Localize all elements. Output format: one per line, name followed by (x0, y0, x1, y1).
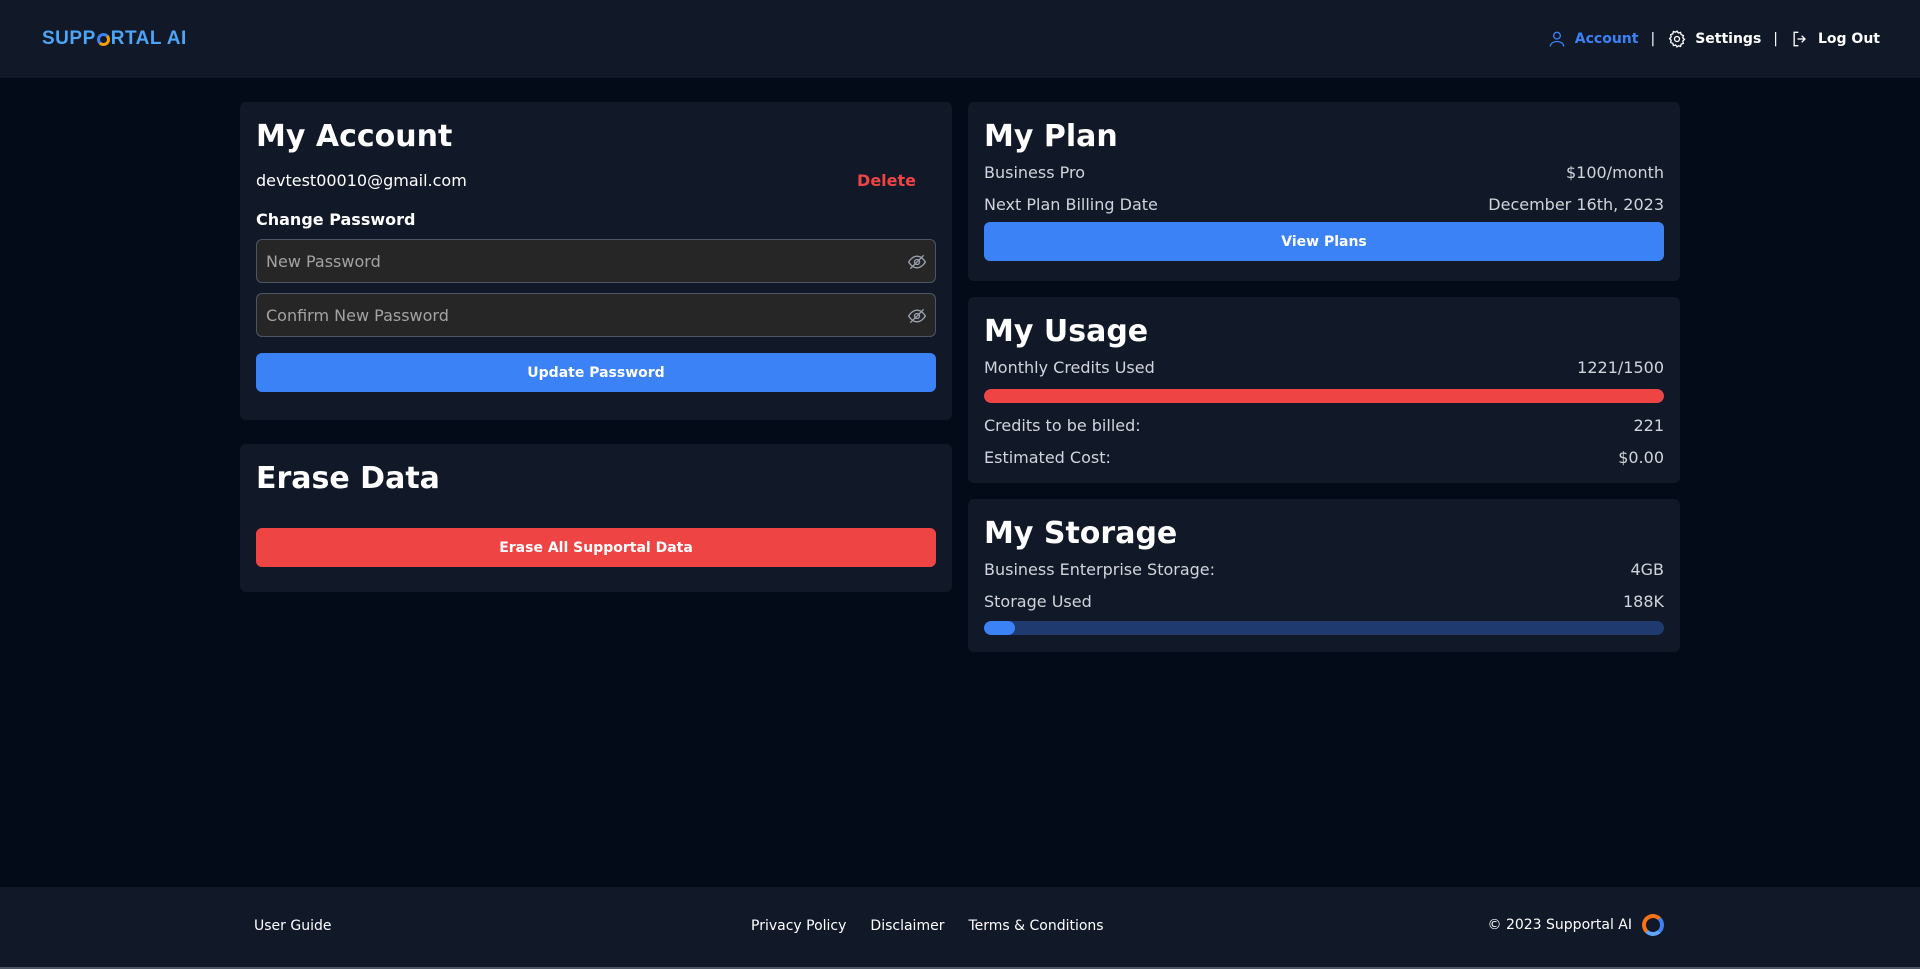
logo-text-left: SUPP (42, 28, 96, 49)
my-plan-title: My Plan (984, 119, 1118, 154)
view-plans-button[interactable]: View Plans (984, 222, 1664, 261)
erase-data-title: Erase Data (256, 461, 440, 496)
nav-separator: | (1650, 31, 1656, 47)
footer-user-guide-link[interactable]: User Guide (254, 918, 331, 934)
top-header: SUPP RTAL AI Account | Settings | Log Ou… (0, 0, 1920, 78)
nav-logout-label: Log Out (1818, 31, 1880, 47)
change-password-label: Change Password (256, 210, 416, 229)
plan-row: Business Pro $100/month (984, 156, 1664, 188)
account-email: devtest00010@gmail.com (256, 170, 467, 190)
storage-plan-label: Business Enterprise Storage: (984, 559, 1216, 579)
plan-price: $100/month (1565, 162, 1664, 182)
user-icon (1549, 31, 1565, 47)
my-usage-title: My Usage (984, 314, 1149, 349)
storage-plan-row: Business Enterprise Storage: 4GB (984, 553, 1664, 585)
nav-settings[interactable]: Settings (1667, 29, 1761, 49)
my-storage-title: My Storage (984, 516, 1178, 551)
footer-privacy-link[interactable]: Privacy Policy (751, 918, 846, 934)
credits-label: Monthly Credits Used (984, 357, 1155, 377)
cost-label: Estimated Cost: (984, 447, 1111, 467)
erase-all-data-button[interactable]: Erase All Supportal Data (256, 528, 936, 567)
credits-value: 1221/1500 (1577, 357, 1664, 377)
logo-ring-icon (96, 32, 110, 46)
logout-icon (1793, 31, 1806, 47)
new-password-input[interactable] (257, 240, 935, 282)
copyright-text: © 2023 Supportal AI (1487, 917, 1633, 933)
credits-row: Monthly Credits Used 1221/1500 (984, 351, 1664, 383)
eye-slash-icon[interactable] (907, 306, 927, 326)
confirm-password-field-wrap (256, 293, 936, 337)
storage-used-label: Storage Used (984, 591, 1092, 611)
update-password-button[interactable]: Update Password (256, 353, 936, 392)
storage-plan-value: 4GB (1630, 559, 1664, 579)
footer-copyright: © 2023 Supportal AI (1487, 914, 1664, 936)
my-plan-card: My Plan Business Pro $100/month Next Pla… (968, 102, 1680, 281)
erase-data-card: Erase Data Erase All Supportal Data (240, 444, 952, 592)
nav-separator: | (1773, 31, 1778, 47)
nav-account-label: Account (1574, 31, 1639, 47)
email-row: devtest00010@gmail.com Delete (256, 164, 936, 196)
storage-progress-fill (984, 621, 1015, 635)
plan-name: Business Pro (984, 162, 1086, 182)
gear-icon (1668, 30, 1686, 48)
footer-links: Privacy Policy Disclaimer Terms & Condit… (751, 918, 1104, 934)
storage-used-row: Storage Used 188K (984, 585, 1664, 617)
my-usage-card: My Usage Monthly Credits Used 1221/1500 … (968, 297, 1680, 483)
storage-used-value: 188K (1622, 591, 1664, 611)
billing-row: Next Plan Billing Date December 16th, 20… (984, 188, 1664, 220)
footer-disclaimer-link[interactable]: Disclaimer (870, 918, 944, 934)
footer-terms-link[interactable]: Terms & Conditions (968, 918, 1103, 934)
eye-slash-icon[interactable] (907, 252, 927, 272)
nav-settings-label: Settings (1695, 31, 1762, 47)
credits-progress-fill (984, 389, 1664, 403)
storage-progress-bar (984, 621, 1664, 635)
billed-label: Credits to be billed: (984, 415, 1141, 435)
logo-text-right: RTAL AI (110, 28, 187, 49)
billing-date: December 16th, 2023 (1488, 194, 1664, 214)
nav-account[interactable]: Account (1547, 29, 1639, 49)
footer: User Guide Privacy Policy Disclaimer Ter… (0, 887, 1920, 967)
credits-progress-bar (984, 389, 1664, 403)
confirm-password-input[interactable] (257, 294, 935, 336)
billing-label: Next Plan Billing Date (984, 194, 1158, 214)
nav-logout[interactable]: Log Out (1790, 29, 1880, 49)
my-storage-card: My Storage Business Enterprise Storage: … (968, 499, 1680, 652)
delete-account-button[interactable]: Delete (857, 171, 916, 190)
billed-value: 221 (1633, 415, 1664, 435)
my-account-title: My Account (256, 119, 453, 154)
billed-row: Credits to be billed: 221 (984, 409, 1664, 441)
new-password-field-wrap (256, 239, 936, 283)
supportal-ring-icon (1642, 914, 1664, 936)
my-account-card: My Account devtest00010@gmail.com Delete… (240, 102, 952, 420)
top-nav: Account | Settings | Log Out (1547, 29, 1880, 49)
cost-value: $0.00 (1618, 447, 1664, 467)
supportal-logo[interactable]: SUPP RTAL AI (42, 28, 187, 50)
cost-row: Estimated Cost: $0.00 (984, 441, 1664, 473)
